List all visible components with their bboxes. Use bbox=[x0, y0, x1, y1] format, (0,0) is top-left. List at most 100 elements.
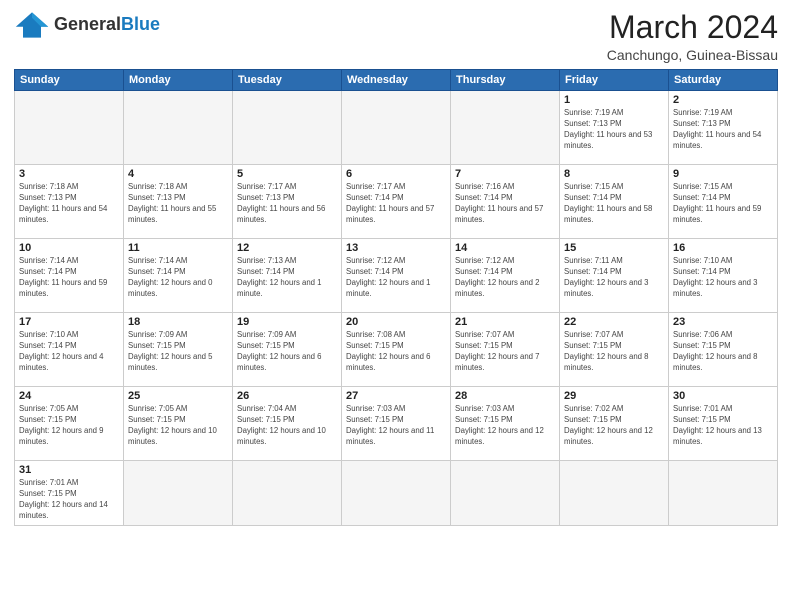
week-row-2: 10Sunrise: 7:14 AMSunset: 7:14 PMDayligh… bbox=[15, 239, 778, 313]
weekday-header-sunday: Sunday bbox=[15, 70, 124, 91]
weekday-header-saturday: Saturday bbox=[669, 70, 778, 91]
day-number: 31 bbox=[19, 464, 119, 476]
calendar-cell: 21 Sunrise: 7:07 AMSunset: 7:15 PMDayligh… bbox=[451, 313, 560, 387]
calendar-cell: 22 Sunrise: 7:07 AMSunset: 7:15 PMDayligh… bbox=[560, 313, 669, 387]
day-number: 3 bbox=[19, 168, 119, 180]
page: GeneralBlue March 2024 Canchungo, Guinea… bbox=[0, 0, 792, 612]
day-number: 4 bbox=[128, 168, 228, 180]
calendar-cell: 26Sunrise: 7:04 AMSunset: 7:15 PMDayligh… bbox=[233, 387, 342, 461]
day-number: 29 bbox=[564, 390, 664, 402]
day-info: Sunrise: 7:10 AMSunset: 7:14 PMDaylight:… bbox=[19, 330, 119, 374]
title-block: March 2024 Canchungo, Guinea-Bissau bbox=[607, 10, 778, 63]
calendar-cell bbox=[124, 461, 233, 526]
day-number: 2 bbox=[673, 94, 773, 106]
calendar-cell: 20 Sunrise: 7:08 AMSunset: 7:15 PMDayligh… bbox=[342, 313, 451, 387]
calendar-cell bbox=[451, 461, 560, 526]
day-number: 24 bbox=[19, 390, 119, 402]
day-number: 15 bbox=[564, 242, 664, 254]
calendar-cell: 18Sunrise: 7:09 AMSunset: 7:15 PMDayligh… bbox=[124, 313, 233, 387]
day-number: 21 bbox=[455, 316, 555, 328]
header: GeneralBlue March 2024 Canchungo, Guinea… bbox=[14, 10, 778, 63]
day-info: Sunrise: 7:15 AMSunset: 7:14 PMDaylight:… bbox=[673, 182, 773, 226]
day-number: 13 bbox=[346, 242, 446, 254]
weekday-header-friday: Friday bbox=[560, 70, 669, 91]
day-number: 6 bbox=[346, 168, 446, 180]
day-info: Sunrise: 7:03 AMSunset: 7:15 PMDaylight:… bbox=[346, 404, 446, 448]
day-info: Sunrise: 7:17 AMSunset: 7:13 PMDaylight:… bbox=[237, 182, 337, 226]
calendar-cell bbox=[124, 91, 233, 165]
day-info: Sunrise: 7:18 AMSunset: 7:13 PMDaylight:… bbox=[19, 182, 119, 226]
day-info: Sunrise: 7:13 AMSunset: 7:14 PMDaylight:… bbox=[237, 256, 337, 300]
day-info: Sunrise: 7:15 AMSunset: 7:14 PMDaylight:… bbox=[564, 182, 664, 226]
day-info: Sunrise: 7:12 AMSunset: 7:14 PMDaylight:… bbox=[455, 256, 555, 300]
calendar-cell: 27Sunrise: 7:03 AMSunset: 7:15 PMDayligh… bbox=[342, 387, 451, 461]
day-info: Sunrise: 7:09 AMSunset: 7:15 PMDaylight:… bbox=[237, 330, 337, 374]
calendar-cell bbox=[233, 461, 342, 526]
day-info: Sunrise: 7:19 AMSunset: 7:13 PMDaylight:… bbox=[564, 108, 664, 152]
day-info: Sunrise: 7:16 AMSunset: 7:14 PMDaylight:… bbox=[455, 182, 555, 226]
calendar-cell: 17Sunrise: 7:10 AMSunset: 7:14 PMDayligh… bbox=[15, 313, 124, 387]
calendar-cell: 10Sunrise: 7:14 AMSunset: 7:14 PMDayligh… bbox=[15, 239, 124, 313]
day-info: Sunrise: 7:14 AMSunset: 7:14 PMDaylight:… bbox=[19, 256, 119, 300]
calendar-cell: 23Sunrise: 7:06 AMSunset: 7:15 PMDayligh… bbox=[669, 313, 778, 387]
calendar-cell: 31 Sunrise: 7:01 AMSunset: 7:15 PMDayligh… bbox=[15, 461, 124, 526]
calendar-cell: 4Sunrise: 7:18 AMSunset: 7:13 PMDaylight… bbox=[124, 165, 233, 239]
calendar-cell: 30Sunrise: 7:01 AMSunset: 7:15 PMDayligh… bbox=[669, 387, 778, 461]
calendar-cell: 6 Sunrise: 7:17 AMSunset: 7:14 PMDaylight… bbox=[342, 165, 451, 239]
calendar-cell: 13 Sunrise: 7:12 AMSunset: 7:14 PMDayligh… bbox=[342, 239, 451, 313]
day-info: Sunrise: 7:02 AMSunset: 7:15 PMDaylight:… bbox=[564, 404, 664, 448]
calendar-cell: 25Sunrise: 7:05 AMSunset: 7:15 PMDayligh… bbox=[124, 387, 233, 461]
day-number: 14 bbox=[455, 242, 555, 254]
day-info: Sunrise: 7:14 AMSunset: 7:14 PMDaylight:… bbox=[128, 256, 228, 300]
day-info: Sunrise: 7:19 AMSunset: 7:13 PMDaylight:… bbox=[673, 108, 773, 152]
day-number: 11 bbox=[128, 242, 228, 254]
weekday-header-monday: Monday bbox=[124, 70, 233, 91]
day-number: 25 bbox=[128, 390, 228, 402]
logo-text: GeneralBlue bbox=[54, 15, 160, 35]
calendar-cell: 3 Sunrise: 7:18 AMSunset: 7:13 PMDaylight… bbox=[15, 165, 124, 239]
day-number: 7 bbox=[455, 168, 555, 180]
calendar-cell bbox=[451, 91, 560, 165]
logo-general: General bbox=[54, 14, 121, 34]
day-number: 5 bbox=[237, 168, 337, 180]
calendar-cell: 28Sunrise: 7:03 AMSunset: 7:15 PMDayligh… bbox=[451, 387, 560, 461]
logo-icon bbox=[14, 10, 50, 40]
day-number: 30 bbox=[673, 390, 773, 402]
calendar-cell: 24Sunrise: 7:05 AMSunset: 7:15 PMDayligh… bbox=[15, 387, 124, 461]
calendar-cell: 14 Sunrise: 7:12 AMSunset: 7:14 PMDayligh… bbox=[451, 239, 560, 313]
week-row-3: 17Sunrise: 7:10 AMSunset: 7:14 PMDayligh… bbox=[15, 313, 778, 387]
weekday-header-thursday: Thursday bbox=[451, 70, 560, 91]
day-number: 23 bbox=[673, 316, 773, 328]
weekday-header-tuesday: Tuesday bbox=[233, 70, 342, 91]
weekday-header-row: SundayMondayTuesdayWednesdayThursdayFrid… bbox=[15, 70, 778, 91]
calendar-cell bbox=[15, 91, 124, 165]
day-number: 18 bbox=[128, 316, 228, 328]
day-info: Sunrise: 7:07 AMSunset: 7:15 PMDaylight:… bbox=[564, 330, 664, 374]
day-info: Sunrise: 7:17 AMSunset: 7:14 PMDaylight:… bbox=[346, 182, 446, 226]
day-number: 22 bbox=[564, 316, 664, 328]
calendar: SundayMondayTuesdayWednesdayThursdayFrid… bbox=[14, 69, 778, 526]
calendar-cell: 2 Sunrise: 7:19 AMSunset: 7:13 PMDaylight… bbox=[669, 91, 778, 165]
main-title: March 2024 bbox=[607, 10, 778, 45]
calendar-cell: 7 Sunrise: 7:16 AMSunset: 7:14 PMDaylight… bbox=[451, 165, 560, 239]
week-row-5: 31 Sunrise: 7:01 AMSunset: 7:15 PMDayligh… bbox=[15, 461, 778, 526]
calendar-cell bbox=[342, 461, 451, 526]
day-info: Sunrise: 7:08 AMSunset: 7:15 PMDaylight:… bbox=[346, 330, 446, 374]
day-number: 20 bbox=[346, 316, 446, 328]
calendar-cell: 19Sunrise: 7:09 AMSunset: 7:15 PMDayligh… bbox=[233, 313, 342, 387]
day-info: Sunrise: 7:11 AMSunset: 7:14 PMDaylight:… bbox=[564, 256, 664, 300]
weekday-header-wednesday: Wednesday bbox=[342, 70, 451, 91]
day-info: Sunrise: 7:10 AMSunset: 7:14 PMDaylight:… bbox=[673, 256, 773, 300]
logo: GeneralBlue bbox=[14, 10, 160, 40]
calendar-cell: 1 Sunrise: 7:19 AMSunset: 7:13 PMDaylight… bbox=[560, 91, 669, 165]
day-number: 1 bbox=[564, 94, 664, 106]
calendar-cell: 16Sunrise: 7:10 AMSunset: 7:14 PMDayligh… bbox=[669, 239, 778, 313]
day-info: Sunrise: 7:01 AMSunset: 7:15 PMDaylight:… bbox=[19, 478, 119, 522]
calendar-cell: 29 Sunrise: 7:02 AMSunset: 7:15 PMDayligh… bbox=[560, 387, 669, 461]
day-info: Sunrise: 7:07 AMSunset: 7:15 PMDaylight:… bbox=[455, 330, 555, 374]
week-row-0: 1 Sunrise: 7:19 AMSunset: 7:13 PMDaylight… bbox=[15, 91, 778, 165]
day-info: Sunrise: 7:12 AMSunset: 7:14 PMDaylight:… bbox=[346, 256, 446, 300]
day-number: 9 bbox=[673, 168, 773, 180]
day-number: 26 bbox=[237, 390, 337, 402]
logo-blue: Blue bbox=[121, 14, 160, 34]
